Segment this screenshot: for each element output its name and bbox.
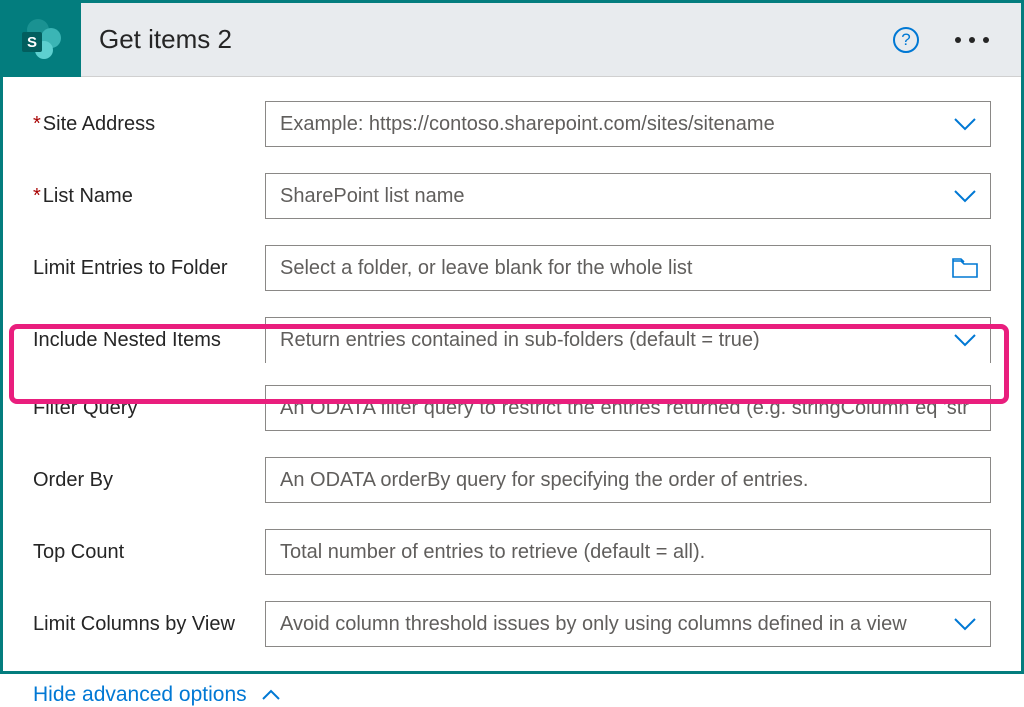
filter-query-input[interactable]: An ODATA filter query to restrict the en… [265,385,991,431]
label-site-address: * Site Address [33,113,265,136]
field-row-limit-entries: Limit Entries to Folder Select a folder,… [33,245,991,291]
required-indicator: * [33,113,41,136]
include-nested-input[interactable]: Return entries contained in sub-folders … [265,317,991,363]
chevron-down-icon[interactable] [951,110,979,138]
sharepoint-icon: S [18,16,66,64]
label-limit-entries: Limit Entries to Folder [33,257,265,280]
label-limit-columns: Limit Columns by View [33,613,265,636]
chevron-down-icon[interactable] [951,326,979,354]
action-card: S Get items 2 ? * Site Address Example: … [0,0,1024,674]
chevron-down-icon[interactable] [951,182,979,210]
field-row-order-by: Order By An ODATA orderBy query for spec… [33,457,991,503]
field-row-filter-query: Filter Query An ODATA filter query to re… [33,385,991,431]
card-header: S Get items 2 ? [3,3,1021,77]
limit-columns-input[interactable]: Avoid column threshold issues by only us… [265,601,991,647]
order-by-input[interactable]: An ODATA orderBy query for specifying th… [265,457,991,503]
label-top-count: Top Count [33,541,265,564]
sharepoint-icon-tile: S [3,3,81,77]
chevron-up-icon [261,689,281,701]
help-icon[interactable]: ? [893,27,919,53]
top-count-input[interactable]: Total number of entries to retrieve (def… [265,529,991,575]
card-body: * Site Address Example: https://contoso.… [3,77,1021,707]
label-include-nested: Include Nested Items [33,329,265,352]
svg-text:S: S [27,34,37,51]
limit-entries-input[interactable]: Select a folder, or leave blank for the … [265,245,991,291]
site-address-input[interactable]: Example: https://contoso.sharepoint.com/… [265,101,991,147]
label-list-name: * List Name [33,185,265,208]
hide-advanced-options-link[interactable]: Hide advanced options [33,683,281,707]
field-row-include-nested: Include Nested Items Return entries cont… [33,317,991,363]
label-order-by: Order By [33,469,265,492]
field-row-site-address: * Site Address Example: https://contoso.… [33,101,991,147]
label-filter-query: Filter Query [33,397,265,420]
field-row-list-name: * List Name SharePoint list name [33,173,991,219]
list-name-input[interactable]: SharePoint list name [265,173,991,219]
card-title: Get items 2 [99,24,893,55]
folder-icon[interactable] [951,254,979,282]
required-indicator: * [33,185,41,208]
field-row-top-count: Top Count Total number of entries to ret… [33,529,991,575]
field-row-limit-columns: Limit Columns by View Avoid column thres… [33,601,991,647]
chevron-down-icon[interactable] [951,610,979,638]
more-menu-icon[interactable] [947,29,997,51]
